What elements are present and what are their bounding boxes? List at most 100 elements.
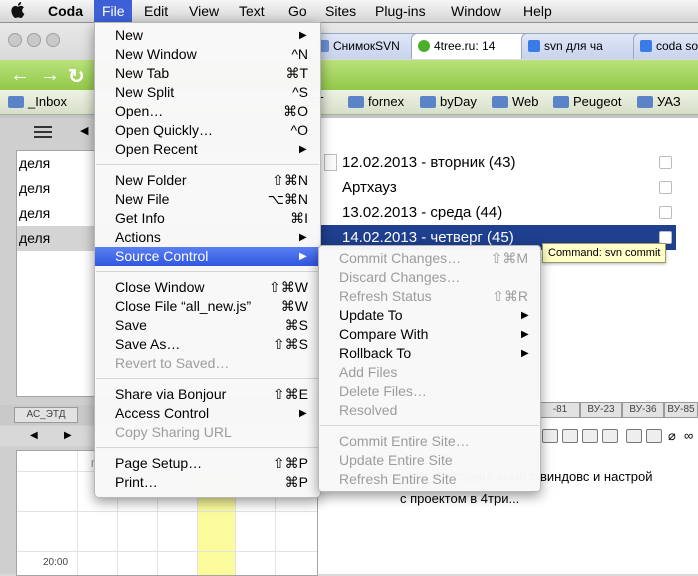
video-icon[interactable] xyxy=(646,429,662,443)
right-tab[interactable]: ВУ-36 xyxy=(622,402,664,418)
menu-file[interactable]: File xyxy=(94,0,132,22)
bookmark-folder[interactable]: Web xyxy=(492,94,539,110)
bookmark-folder[interactable]: Peugeot xyxy=(553,94,621,110)
file-menu-item-new-folder[interactable]: New Folder ⇧⌘N xyxy=(95,171,320,190)
menu-go[interactable]: Go xyxy=(288,0,307,22)
hamburger-icon[interactable] xyxy=(34,126,52,140)
calendar-tab[interactable]: АС_ЭТД xyxy=(14,407,78,423)
attachment-icon[interactable]: ⌀ xyxy=(668,428,676,444)
bookmark-folder[interactable]: УАЗ xyxy=(637,94,681,110)
next-arrow-icon[interactable]: ▶ xyxy=(64,430,72,441)
browser-tab-active[interactable]: 4tree.ru: 14 xyxy=(411,33,538,59)
menu-item-label: Open Quickly… xyxy=(115,122,214,138)
list-item[interactable]: 12.02.2013 - вторник (43) xyxy=(318,150,676,175)
close-window-button[interactable] xyxy=(8,33,22,47)
menu-window[interactable]: Window xyxy=(451,0,501,22)
menu-item-label: Copy Sharing URL xyxy=(115,424,232,440)
menu-item-label: Access Control xyxy=(115,405,210,421)
format-icon[interactable] xyxy=(562,429,578,443)
format-icon[interactable] xyxy=(542,429,558,443)
file-menu-item-open-recent[interactable]: Open Recent ▶ xyxy=(95,140,320,159)
source-control-item-refresh-status: Refresh Status ⇧⌘R xyxy=(319,287,540,306)
file-menu-item-new[interactable]: New ▶ xyxy=(95,26,320,45)
menu-item-label: Page Setup… xyxy=(115,455,203,471)
file-menu-item-get-info[interactable]: Get Info ⌘I xyxy=(95,209,320,228)
file-menu-item-share-via-bonjour[interactable]: Share via Bonjour ⇧⌘E xyxy=(95,385,320,404)
menu-item-label: Open Recent xyxy=(115,141,198,157)
tab-label: 4tree.ru: 14 xyxy=(434,39,496,53)
zoom-window-button[interactable] xyxy=(46,33,60,47)
file-menu-item-close-file-all-new-js[interactable]: Close File “all_new.js” ⌘W xyxy=(95,297,320,316)
checkbox[interactable] xyxy=(659,206,672,219)
file-menu-item-open[interactable]: Open… ⌘O xyxy=(95,102,320,121)
menu-item-label: Get Info xyxy=(115,210,165,226)
source-control-item-update-to[interactable]: Update To ▶ xyxy=(319,306,540,325)
bookmark-folder[interactable]: fornex xyxy=(348,94,404,110)
menu-view[interactable]: View xyxy=(189,0,219,22)
reload-icon[interactable]: ↻ xyxy=(68,64,85,89)
right-tab[interactable]: -81 xyxy=(540,402,580,418)
file-menu-item-page-setup[interactable]: Page Setup… ⇧⌘P xyxy=(95,454,320,473)
file-menu-item-close-window[interactable]: Close Window ⇧⌘W xyxy=(95,278,320,297)
bookmark-label: Peugeot xyxy=(573,94,622,109)
menu-item-label: Delete Files… xyxy=(339,383,427,399)
menu-item-label: New Tab xyxy=(115,65,170,81)
menu-item-shortcut: ⇧⌘P xyxy=(272,455,308,471)
browser-tab[interactable]: coda so xyxy=(633,33,698,59)
file-menu-item-open-quickly[interactable]: Open Quickly… ^O xyxy=(95,121,320,140)
menu-bar: Coda File Edit View Text Go Sites Plug-i… xyxy=(0,0,698,23)
forward-arrow-icon[interactable]: → xyxy=(40,64,60,87)
menu-item-shortcut: ⇧⌘W xyxy=(269,279,308,295)
file-menu-item-actions[interactable]: Actions ▶ xyxy=(95,228,320,247)
menu-text[interactable]: Text xyxy=(239,0,265,22)
format-icon[interactable] xyxy=(582,429,598,443)
menu-app-name[interactable]: Coda xyxy=(48,0,83,22)
menu-item-label: Revert to Saved… xyxy=(115,355,230,371)
menu-item-label: New Window xyxy=(115,46,197,62)
minimize-window-button[interactable] xyxy=(27,33,41,47)
checkbox[interactable] xyxy=(659,181,672,194)
menu-item-shortcut: ^O xyxy=(290,122,308,138)
right-tab[interactable]: ВУ-85 xyxy=(664,402,698,418)
file-menu-item-new-split[interactable]: New Split ^S xyxy=(95,83,320,102)
browser-tab[interactable]: svn для ча xyxy=(521,33,650,59)
menu-sites[interactable]: Sites xyxy=(325,0,356,22)
format-icon[interactable] xyxy=(602,429,618,443)
left-arrow-icon[interactable]: ◀ xyxy=(80,124,88,137)
source-control-item-rollback-to[interactable]: Rollback To ▶ xyxy=(319,344,540,363)
bookmark-folder[interactable]: _Inbox xyxy=(8,94,67,110)
menu-item-shortcut: ⌥⌘N xyxy=(267,191,308,207)
prev-arrow-icon[interactable]: ◀ xyxy=(30,430,38,441)
menu-help[interactable]: Help xyxy=(523,0,552,22)
back-arrow-icon[interactable]: ← xyxy=(10,64,30,87)
menu-item-label: Print… xyxy=(115,474,158,490)
list-item[interactable]: Артхауз xyxy=(318,175,676,200)
list-item[interactable]: 13.02.2013 - среда (44) xyxy=(318,200,676,225)
file-menu-item-source-control[interactable]: Source Control ▶ xyxy=(95,247,320,266)
file-menu-item-access-control[interactable]: Access Control ▶ xyxy=(95,404,320,423)
right-tab[interactable]: ВУ-23 xyxy=(580,402,622,418)
file-menu-item-new-window[interactable]: New Window ^N xyxy=(95,45,320,64)
file-menu-item-new-tab[interactable]: New Tab ⌘T xyxy=(95,64,320,83)
source-control-item-update-entire-site: Update Entire Site xyxy=(319,451,540,470)
menu-separator xyxy=(320,425,539,426)
bookmark-folder[interactable]: byDay xyxy=(420,94,477,110)
tab-favicon-icon xyxy=(528,40,540,52)
source-control-item-compare-with[interactable]: Compare With ▶ xyxy=(319,325,540,344)
menu-item-label: New File xyxy=(115,191,170,207)
file-menu-item-save[interactable]: Save ⌘S xyxy=(95,316,320,335)
checkbox[interactable] xyxy=(659,156,672,169)
image-icon[interactable] xyxy=(626,429,642,443)
link-icon[interactable]: ∞ xyxy=(684,428,693,443)
menu-item-label: New xyxy=(115,27,144,43)
menu-item-label: Open… xyxy=(115,103,164,119)
menu-edit[interactable]: Edit xyxy=(144,0,168,22)
tooltip: Command: svn commit xyxy=(542,243,667,263)
file-menu-item-print[interactable]: Print… ⌘P xyxy=(95,473,320,492)
file-menu-item-copy-sharing-url: Copy Sharing URL xyxy=(95,423,320,442)
source-control-item-refresh-entire-site: Refresh Entire Site xyxy=(319,470,540,489)
file-menu-item-save-as[interactable]: Save As… ⇧⌘S xyxy=(95,335,320,354)
menu-plugins[interactable]: Plug-ins xyxy=(375,0,426,22)
file-menu-item-new-file[interactable]: New File ⌥⌘N xyxy=(95,190,320,209)
apple-icon[interactable] xyxy=(10,2,26,20)
